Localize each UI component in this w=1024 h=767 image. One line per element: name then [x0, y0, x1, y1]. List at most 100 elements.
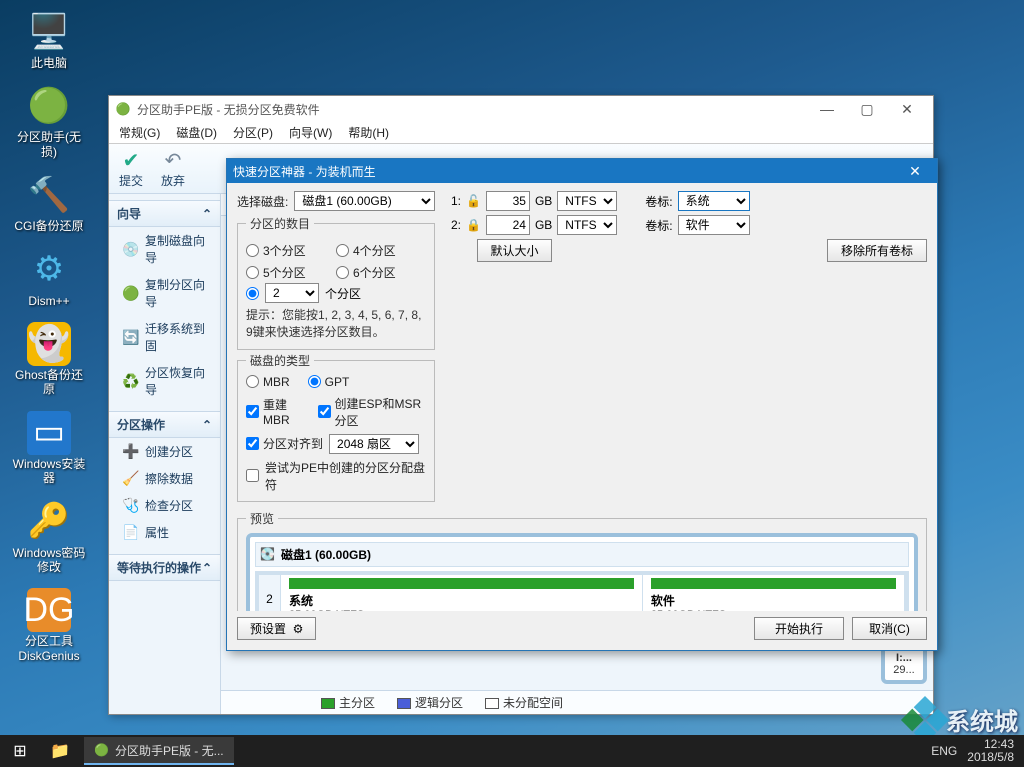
minimize-button[interactable]: — — [807, 98, 847, 120]
type-legend: 磁盘的类型 — [246, 352, 314, 369]
check-create-esp[interactable]: 创建ESP和MSR分区 — [318, 395, 427, 429]
radio-3[interactable]: 3个分区 — [246, 242, 336, 259]
desktop-icon-wininstall[interactable]: ▭Windows安装器 — [10, 411, 88, 486]
sidebar-item-migrate-os[interactable]: 🔄迁移系统到固 — [109, 315, 220, 359]
sidebar-item-check[interactable]: 🩺检查分区 — [109, 492, 220, 519]
menu-help[interactable]: 帮助(H) — [348, 124, 389, 141]
app-icon: 🟢 — [94, 743, 109, 757]
count-legend: 分区的数目 — [246, 215, 314, 232]
menu-disk[interactable]: 磁盘(D) — [176, 124, 217, 141]
menubar: 常规(G) 磁盘(D) 分区(P) 向导(W) 帮助(H) — [109, 122, 933, 144]
legend-logical: 逻辑分区 — [397, 694, 463, 711]
recover-icon: ♻️ — [123, 373, 139, 389]
collapse-icon: ⌃ — [202, 207, 212, 221]
partition-copy-icon: 🟢 — [123, 285, 139, 301]
taskbar-item-partition-assistant[interactable]: 🟢 分区助手PE版 - 无... — [84, 737, 234, 765]
dialog-title: 快速分区神器 - 为装机而生 — [233, 163, 376, 180]
start-button[interactable]: 开始执行 — [754, 617, 844, 640]
sidebar: 向导⌃ 💿复制磁盘向导 🟢复制分区向导 🔄迁移系统到固 ♻️分区恢复向导 分区操… — [109, 194, 221, 714]
fs-select-2[interactable]: NTFS — [557, 215, 617, 235]
preview-disk-header: 💽 磁盘1 (60.00GB) — [255, 542, 909, 567]
align-select[interactable]: 2048 扇区 — [329, 434, 419, 454]
sidebar-item-recover[interactable]: ♻️分区恢复向导 — [109, 359, 220, 403]
desktop-icon-this-pc[interactable]: 🖥️此电脑 — [10, 10, 88, 70]
hdd-icon: 💽 — [260, 547, 275, 561]
sidebar-item-properties[interactable]: 📄属性 — [109, 519, 220, 546]
explorer-button[interactable]: 📁 — [40, 735, 80, 767]
sidebar-item-wipe[interactable]: 🧹擦除数据 — [109, 465, 220, 492]
app-icon: 🟢 — [115, 101, 131, 117]
close-button[interactable]: ✕ — [887, 98, 927, 120]
sidebar-operations-header[interactable]: 分区操作⌃ — [109, 411, 220, 438]
check-pe-letter[interactable]: 尝试为PE中创建的分区分配盘符 — [246, 459, 426, 493]
undo-icon: ↶ — [165, 148, 182, 172]
commit-button[interactable]: ✔提交 — [119, 148, 143, 189]
disk-copy-icon: 💿 — [123, 241, 139, 257]
sidebar-item-copy-partition[interactable]: 🟢复制分区向导 — [109, 271, 220, 315]
check-rebuild-mbr[interactable]: 重建MBR — [246, 396, 304, 427]
menu-wizard[interactable]: 向导(W) — [289, 124, 332, 141]
gear-icon: ⚙ — [27, 248, 71, 292]
discard-button[interactable]: ↶放弃 — [161, 148, 185, 189]
ime-indicator[interactable]: ENG — [931, 744, 957, 758]
size-input-2[interactable] — [486, 215, 530, 235]
lock-icon[interactable]: 🔓 — [466, 194, 481, 208]
sidebar-pending-header[interactable]: 等待执行的操作⌃ — [109, 554, 220, 581]
select-disk-label: 选择磁盘: — [237, 193, 288, 210]
radio-4[interactable]: 4个分区 — [336, 242, 426, 259]
check-align[interactable]: 分区对齐到 — [246, 435, 323, 452]
cancel-button[interactable]: 取消(C) — [852, 617, 927, 640]
start-button[interactable]: ⊞ — [0, 735, 40, 767]
sidebar-item-create[interactable]: ➕创建分区 — [109, 438, 220, 465]
partition-count-group: 分区的数目 3个分区 4个分区 5个分区 6个分区 2 个分区 提示：您能按1,… — [237, 215, 435, 350]
clock[interactable]: 12:43 2018/5/8 — [967, 738, 1014, 764]
maximize-button[interactable]: ▢ — [847, 98, 887, 120]
create-icon: ➕ — [123, 444, 139, 460]
legend-unalloc: 未分配空间 — [485, 694, 563, 711]
custom-count-select[interactable]: 2 — [265, 283, 319, 303]
titlebar[interactable]: 🟢 分区助手PE版 - 无损分区免费软件 — ▢ ✕ — [109, 96, 933, 122]
collapse-icon: ⌃ — [202, 561, 212, 575]
app-icon: 🟢 — [27, 84, 71, 128]
sidebar-wizard-header[interactable]: 向导⌃ — [109, 200, 220, 227]
migrate-icon: 🔄 — [123, 329, 139, 345]
radio-5[interactable]: 5个分区 — [246, 264, 336, 281]
label-select-2[interactable]: 软件 — [678, 215, 750, 235]
partition-row-2: 2: 🔒 GB NTFS 卷标: 软件 — [445, 215, 927, 235]
desktop-icon-winpwd[interactable]: 🔑Windows密码修改 — [10, 500, 88, 575]
watermark: 系统城 — [908, 702, 1018, 737]
menu-general[interactable]: 常规(G) — [119, 124, 160, 141]
preview-part-1[interactable]: 系统 35.00GB NTFS — [281, 575, 643, 611]
label-select-1[interactable]: 系统 — [678, 191, 750, 211]
radio-6[interactable]: 6个分区 — [336, 264, 426, 281]
fs-select-1[interactable]: NTFS — [557, 191, 617, 211]
ghost-icon: 👻 — [27, 322, 71, 366]
hammer-icon: 🔨 — [27, 173, 71, 217]
default-size-button[interactable]: 默认大小 — [477, 239, 552, 262]
pc-icon: 🖥️ — [27, 10, 71, 54]
desktop-icon-partition-assistant[interactable]: 🟢分区助手(无损) — [10, 84, 88, 159]
preview-parts: 系统 35.00GB NTFS 软件 25.00GB NTFS — [281, 575, 905, 611]
remove-labels-button[interactable]: 移除所有卷标 — [827, 239, 927, 262]
menu-partition[interactable]: 分区(P) — [233, 124, 273, 141]
desktop-icon-cgi[interactable]: 🔨CGI备份还原 — [10, 173, 88, 233]
check-icon: ✔ — [123, 148, 140, 172]
dialog-close-button[interactable]: ✕ — [899, 163, 931, 180]
desktop-icon-ghost[interactable]: 👻Ghost备份还原 — [10, 322, 88, 397]
desktop-icon-diskgenius[interactable]: DG分区工具DiskGenius — [10, 588, 88, 663]
desktop-icon-dism[interactable]: ⚙Dism++ — [10, 248, 88, 308]
disk-select[interactable]: 磁盘1 (60.00GB) — [294, 191, 435, 211]
collapse-icon: ⌃ — [202, 418, 212, 432]
size-input-1[interactable] — [486, 191, 530, 211]
sidebar-item-copy-disk[interactable]: 💿复制磁盘向导 — [109, 227, 220, 271]
lock-icon[interactable]: 🔒 — [466, 218, 481, 232]
preset-button[interactable]: 预设置 ⚙ — [237, 617, 316, 640]
radio-custom[interactable] — [246, 287, 259, 300]
radio-mbr[interactable]: MBR — [246, 375, 290, 389]
preview-box: 💽 磁盘1 (60.00GB) 2 系统 35.00GB NTFS 软件 — [246, 533, 918, 611]
radio-gpt[interactable]: GPT — [308, 375, 350, 389]
disk-type-group: 磁盘的类型 MBR GPT 重建MBR 创建ESP和MSR分区 分区对齐到 20… — [237, 352, 435, 502]
preview-part-2[interactable]: 软件 25.00GB NTFS — [643, 575, 905, 611]
key-icon: 🔑 — [27, 500, 71, 544]
dialog-titlebar[interactable]: 快速分区神器 - 为装机而生 ✕ — [227, 159, 937, 183]
